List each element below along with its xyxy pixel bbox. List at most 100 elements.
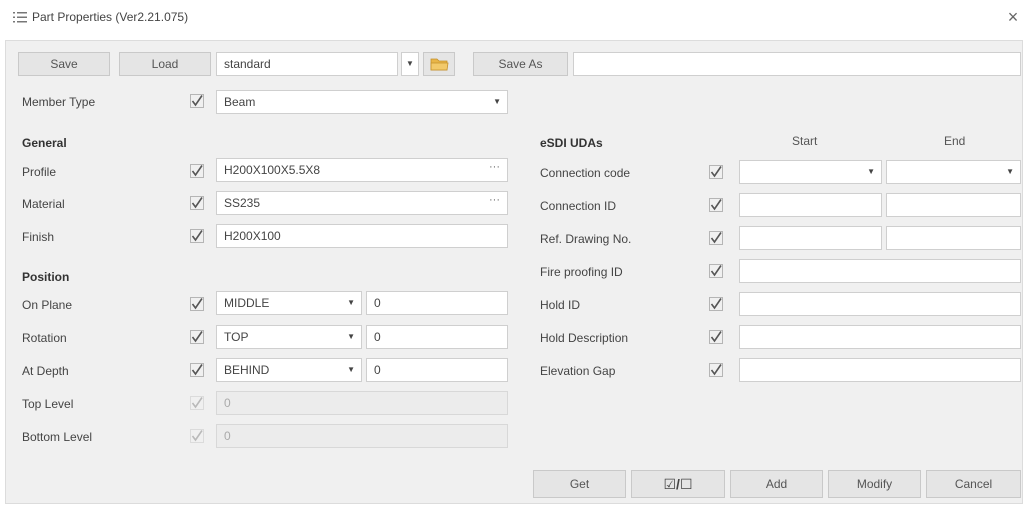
checkmark-icon	[190, 363, 204, 377]
start-column-header: Start	[792, 134, 818, 148]
finish-label: Finish	[22, 230, 55, 244]
bottom-level-input: 0	[216, 424, 508, 448]
connection-id-label: Connection ID	[540, 199, 617, 213]
member-type-value: Beam	[224, 95, 256, 109]
preset-input[interactable]: standard	[216, 52, 398, 76]
elevation-gap-input[interactable]	[739, 358, 1021, 382]
ref-drawing-start-input[interactable]	[739, 226, 882, 250]
connection-id-end-input[interactable]	[886, 193, 1021, 217]
checkmark-icon	[709, 330, 723, 344]
cancel-button[interactable]: Cancel	[926, 470, 1021, 498]
hold-description-label: Hold Description	[540, 331, 629, 345]
on-plane-option: MIDDLE	[224, 296, 270, 310]
rotation-checkbox[interactable]	[190, 330, 204, 344]
save-as-button[interactable]: Save As	[473, 52, 568, 76]
fire-proofing-label: Fire proofing ID	[540, 265, 623, 279]
hold-description-input[interactable]	[739, 325, 1021, 349]
at-depth-offset-input[interactable]: 0	[366, 358, 508, 382]
finish-input[interactable]: H200X100	[216, 224, 508, 248]
position-header: Position	[22, 270, 70, 284]
on-plane-offset-input[interactable]: 0	[366, 291, 508, 315]
finish-checkbox[interactable]	[190, 229, 204, 243]
modify-button[interactable]: Modify	[828, 470, 921, 498]
rotation-select[interactable]: TOP ▼	[216, 325, 362, 349]
at-depth-option: BEHIND	[224, 363, 270, 377]
ref-drawing-checkbox[interactable]	[709, 231, 723, 245]
checkmark-icon	[190, 196, 204, 210]
checkmark-icon	[709, 297, 723, 311]
save-button[interactable]: Save	[18, 52, 110, 76]
connection-id-checkbox[interactable]	[709, 198, 723, 212]
checkmark-icon	[190, 164, 204, 178]
fire-proofing-checkbox[interactable]	[709, 264, 723, 278]
material-label: Material	[22, 197, 65, 211]
member-type-checkbox[interactable]	[190, 94, 204, 108]
elevation-gap-label: Elevation Gap	[540, 364, 616, 378]
checkmark-icon	[709, 198, 723, 212]
on-plane-checkbox[interactable]	[190, 297, 204, 311]
checkmark-icon	[709, 363, 723, 377]
profile-browse-button[interactable]: ···	[489, 159, 500, 178]
hold-id-checkbox[interactable]	[709, 297, 723, 311]
at-depth-checkbox[interactable]	[190, 363, 204, 377]
add-button[interactable]: Add	[730, 470, 823, 498]
chevron-down-icon: ▼	[493, 97, 501, 106]
hold-id-input[interactable]	[739, 292, 1021, 316]
member-type-label: Member Type	[22, 95, 96, 109]
profile-input[interactable]: H200X100X5.5X8 ···	[216, 158, 508, 182]
profile-checkbox[interactable]	[190, 164, 204, 178]
material-input[interactable]: SS235 ···	[216, 191, 508, 215]
top-level-label: Top Level	[22, 397, 74, 411]
end-column-header: End	[944, 134, 966, 148]
connection-code-checkbox[interactable]	[709, 165, 723, 179]
connection-code-label: Connection code	[540, 166, 631, 180]
fire-proofing-input[interactable]	[739, 259, 1021, 283]
chevron-down-icon: ▼	[347, 298, 355, 307]
close-button[interactable]: ×	[1004, 6, 1022, 28]
uda-header: eSDI UDAs	[540, 136, 603, 150]
material-checkbox[interactable]	[190, 196, 204, 210]
rotation-offset-input[interactable]: 0	[366, 325, 508, 349]
profile-label: Profile	[22, 165, 57, 179]
rotation-label: Rotation	[22, 331, 67, 345]
connection-code-start-select[interactable]: ▼	[739, 160, 882, 184]
checkmark-icon	[190, 229, 204, 243]
hold-id-label: Hold ID	[540, 298, 581, 312]
checkmark-icon	[190, 297, 204, 311]
on-plane-label: On Plane	[22, 298, 73, 312]
save-as-name-input[interactable]	[573, 52, 1021, 76]
checkmark-icon	[190, 330, 204, 344]
on-plane-select[interactable]: MIDDLE ▼	[216, 291, 362, 315]
material-value: SS235	[224, 196, 261, 210]
folder-icon	[430, 58, 449, 71]
hold-description-checkbox[interactable]	[709, 330, 723, 344]
bottom-level-label: Bottom Level	[22, 430, 93, 444]
open-folder-button[interactable]	[423, 52, 455, 76]
load-button[interactable]: Load	[119, 52, 211, 76]
member-type-select[interactable]: Beam ▼	[216, 90, 508, 114]
checkmark-icon	[709, 165, 723, 179]
title-bar: Part Properties (Ver2.21.075) ×	[0, 0, 1026, 36]
at-depth-select[interactable]: BEHIND ▼	[216, 358, 362, 382]
connection-code-end-select[interactable]: ▼	[886, 160, 1021, 184]
get-button[interactable]: Get	[533, 470, 626, 498]
top-level-checkbox	[190, 396, 204, 410]
connection-id-start-input[interactable]	[739, 193, 882, 217]
ref-drawing-label: Ref. Drawing No.	[540, 232, 632, 246]
top-level-input: 0	[216, 391, 508, 415]
preset-dropdown-button[interactable]: ▼	[401, 52, 419, 76]
checkmark-icon	[190, 396, 204, 410]
bottom-level-checkbox	[190, 429, 204, 443]
checkmark-icon	[709, 264, 723, 278]
material-browse-button[interactable]: ···	[489, 192, 500, 211]
list-icon	[13, 11, 27, 24]
rotation-option: TOP	[224, 330, 249, 344]
window-title: Part Properties (Ver2.21.075)	[32, 10, 189, 24]
chevron-down-icon: ▼	[867, 167, 875, 176]
elevation-gap-checkbox[interactable]	[709, 363, 723, 377]
ref-drawing-end-input[interactable]	[886, 226, 1021, 250]
general-header: General	[22, 136, 67, 150]
chevron-down-icon: ▼	[406, 59, 414, 68]
checkmark-icon	[190, 429, 204, 443]
toggle-all-checkboxes-button[interactable]: ☑/☐	[631, 470, 725, 498]
